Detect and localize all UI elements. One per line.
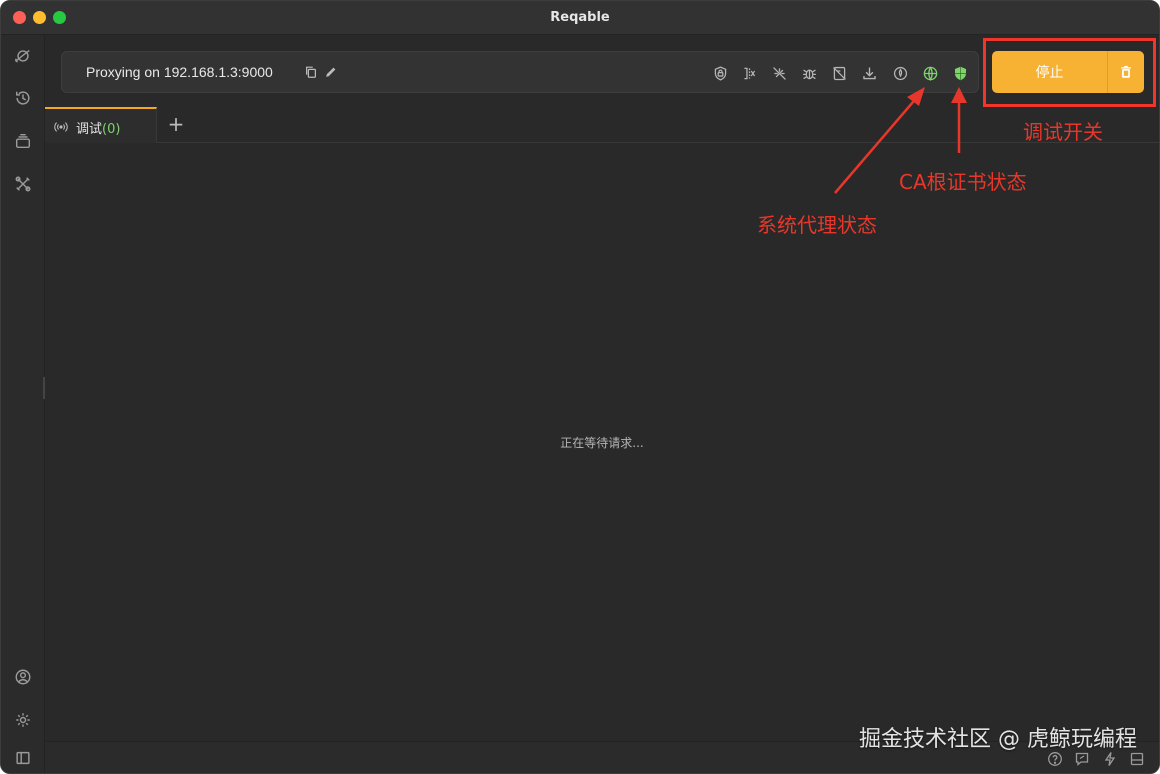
help-icon[interactable] <box>1047 751 1063 767</box>
tab-debug-count: (0) <box>102 122 121 137</box>
watermark: 掘金技术社区 @ 虎鲸玩编程 <box>859 727 1137 752</box>
timer-icon[interactable] <box>890 63 910 83</box>
annotation-debug-switch: 调试开关 <box>1023 120 1103 144</box>
rewrite-icon[interactable] <box>739 63 759 83</box>
shield-lock-icon[interactable] <box>710 63 730 83</box>
system-proxy-globe-icon[interactable] <box>920 63 940 83</box>
sidebar <box>1 35 45 773</box>
layout-icon[interactable] <box>1129 751 1145 767</box>
history-icon[interactable] <box>12 87 34 109</box>
title-bar: Reqable <box>1 1 1159 35</box>
user-icon[interactable] <box>12 666 34 688</box>
ca-shield-icon[interactable] <box>950 63 970 83</box>
no-breakpoint-icon[interactable] <box>769 63 789 83</box>
tools-icon[interactable] <box>12 173 34 195</box>
app-window: Reqable Proxying on 192.168.1.3:9000 停止 … <box>0 0 1160 774</box>
annotation-system-proxy-status: 系统代理状态 <box>757 213 877 237</box>
download-icon[interactable] <box>859 63 879 83</box>
main-panel: Proxying on 192.168.1.3:9000 停止 调试(0) + … <box>45 35 1159 741</box>
proxy-bar: Proxying on 192.168.1.3:9000 <box>61 51 979 93</box>
tab-debug-label: 调试(0) <box>76 122 121 137</box>
annotation-ca-status: CA根证书状态 <box>899 170 1027 194</box>
panel-icon[interactable] <box>12 747 34 769</box>
empty-state-message: 正在等待请求... <box>560 436 644 450</box>
edit-icon[interactable] <box>324 65 338 79</box>
feedback-icon[interactable] <box>1074 751 1090 767</box>
settings-icon[interactable] <box>12 709 34 731</box>
bug-icon[interactable] <box>799 63 819 83</box>
lightning-icon[interactable] <box>1102 751 1118 767</box>
window-title: Reqable <box>550 10 610 25</box>
broadcast-icon <box>54 122 68 132</box>
debug-switch-highlight <box>983 38 1156 107</box>
disabled-script-icon[interactable] <box>829 63 849 83</box>
tab-debug[interactable]: 调试(0) <box>45 107 157 143</box>
copy-icon[interactable] <box>304 65 318 79</box>
add-tab-button[interactable]: + <box>165 111 187 137</box>
planet-icon[interactable] <box>12 45 34 67</box>
tab-bar: 调试(0) + <box>45 107 1159 143</box>
stack-icon[interactable] <box>12 130 34 152</box>
proxy-status-text: Proxying on 192.168.1.3:9000 <box>86 64 273 80</box>
